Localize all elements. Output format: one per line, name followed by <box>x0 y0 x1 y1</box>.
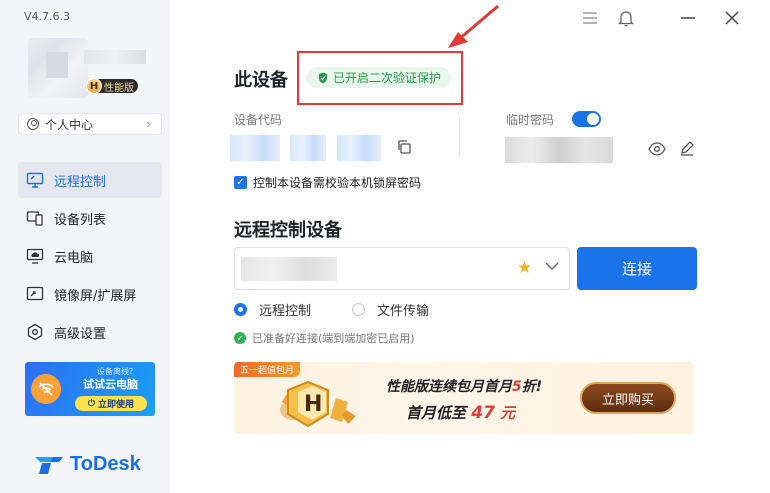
checkbox-checked-icon[interactable]: ✓ <box>234 176 247 189</box>
banner-tag: 五一超值包月 <box>234 362 301 377</box>
banner-price: 47 <box>471 403 495 423</box>
wifi-off-icon <box>31 374 61 404</box>
mode-label: 文件传输 <box>377 304 430 319</box>
mode-label: 远程控制 <box>259 304 312 319</box>
sidebar-item-label: 镜像屏/扩展屏 <box>54 288 137 304</box>
lock-password-checkbox-label: 控制本设备需校验本机锁屏密码 <box>253 176 422 190</box>
shield-check-icon <box>319 72 327 83</box>
device-code-redacted-1 <box>230 135 280 161</box>
vip-label: 性能版 <box>104 82 134 94</box>
divider <box>459 117 460 157</box>
promo-use-now-button[interactable]: ⏻ 立即使用 <box>75 396 147 411</box>
bell-icon[interactable] <box>616 8 636 28</box>
chevron-down-icon[interactable] <box>544 258 560 274</box>
device-code-redacted-2 <box>290 135 326 161</box>
temp-password-toggle[interactable] <box>572 111 601 127</box>
vip-badge[interactable]: H 性能版 <box>86 78 138 94</box>
banner-line1-suffix: 折! <box>521 379 543 395</box>
promo-line2: 试试云电脑 <box>83 378 138 391</box>
sidebar-item-mirror-screen[interactable]: 镜像屏/扩展屏 <box>18 276 162 312</box>
todesk-logo-icon <box>35 457 63 474</box>
mode-file-transfer-radio[interactable]: 文件传输 <box>352 300 429 319</box>
avatar[interactable] <box>28 38 88 98</box>
radio-selected-icon[interactable] <box>234 303 247 316</box>
chevron-right-icon: › <box>146 117 151 131</box>
sidebar-item-label: 云电脑 <box>54 250 94 266</box>
device-title: 此设备 <box>234 70 288 91</box>
sidebar-item-label: 高级设置 <box>54 326 107 342</box>
temp-password-redacted <box>505 137 613 163</box>
mirror-screen-icon <box>26 285 44 303</box>
banner-line1: 性能版连续包月首月5折! <box>386 376 542 396</box>
promo-button-label: 立即使用 <box>98 400 135 410</box>
annotation-arrow <box>448 4 499 48</box>
promo-banner[interactable]: 五一超值包月 H 性能版连续包月首月5折! 首月低至 47 元 立即购买 <box>234 362 694 434</box>
cloud-pc-icon <box>26 247 44 265</box>
radio-unselected-icon[interactable] <box>352 303 365 316</box>
sidebar-item-label: 远程控制 <box>54 174 107 190</box>
close-icon[interactable] <box>722 8 742 28</box>
connection-status: ✓ 已准备好连接(端到端加密已启用) <box>234 330 415 346</box>
device-code-label: 设备代码 <box>234 113 283 127</box>
connection-status-text: 已准备好连接(端到端加密已启用) <box>252 332 415 345</box>
sidebar-item-cloud-pc[interactable]: 云电脑 <box>18 238 162 274</box>
settings-icon <box>26 323 44 341</box>
user-icon <box>27 118 39 130</box>
todesk-logo: ToDesk <box>34 452 141 476</box>
copy-icon[interactable] <box>396 139 412 159</box>
vip-letter: H <box>86 78 102 94</box>
remote-device-input[interactable]: ★ <box>234 247 570 290</box>
sidebar-item-remote-control[interactable]: 远程控制 <box>18 162 162 198</box>
sidebar-nav: 远程控制 设备列表 云电脑 镜像屏/扩展屏 高级设置 <box>18 162 162 352</box>
lock-password-checkbox-row[interactable]: ✓ 控制本设备需校验本机锁屏密码 <box>234 174 421 191</box>
edit-icon[interactable] <box>679 140 695 160</box>
banner-line1-prefix: 性能版连续包月首月 <box>386 379 512 395</box>
sidebar: V4.7.6.3 H 性能版 个人中心 › 远程控制 设备列表 云电脑 镜像屏/… <box>0 0 170 493</box>
banner-price-unit: 元 <box>500 404 516 422</box>
two-factor-label: 已开启二次验证保护 <box>333 71 442 85</box>
buy-now-button[interactable]: 立即购买 <box>580 382 676 414</box>
banner-line1-highlight: 5 <box>512 379 522 395</box>
banner-graphic-letter: H <box>304 392 323 417</box>
version-label: V4.7.6.3 <box>24 10 71 23</box>
device-code-redacted-3 <box>337 135 381 161</box>
username-redacted <box>84 50 146 64</box>
eye-icon[interactable] <box>648 141 666 160</box>
logo-text: ToDesk <box>70 452 141 475</box>
minimize-icon[interactable] <box>678 8 698 28</box>
banner-line2: 首月低至 47 元 <box>406 402 515 423</box>
mode-remote-control-radio[interactable]: 远程控制 <box>234 300 311 319</box>
remote-control-icon <box>26 171 44 189</box>
personal-center-button[interactable]: 个人中心 › <box>18 113 162 135</box>
device-list-icon <box>26 209 44 227</box>
menu-icon[interactable] <box>580 8 600 28</box>
sidebar-item-advanced-settings[interactable]: 高级设置 <box>18 314 162 350</box>
remote-control-title: 远程控制设备 <box>234 220 342 241</box>
temp-password-label: 临时密码 <box>506 113 555 127</box>
two-factor-badge: 已开启二次验证保护 <box>306 67 452 88</box>
sidebar-item-device-list[interactable]: 设备列表 <box>18 200 162 236</box>
connect-button[interactable]: 连接 <box>577 247 697 290</box>
remote-device-id-redacted <box>241 257 337 281</box>
banner-line2-prefix: 首月低至 <box>406 404 467 422</box>
sidebar-item-label: 设备列表 <box>54 212 107 228</box>
personal-center-label: 个人中心 <box>45 117 94 132</box>
check-circle-icon: ✓ <box>234 332 246 344</box>
cloud-pc-promo[interactable]: 设备离线? 试试云电脑 ⏻ 立即使用 <box>25 362 155 416</box>
power-icon: ⏻ <box>87 398 96 409</box>
star-icon[interactable]: ★ <box>517 258 532 278</box>
